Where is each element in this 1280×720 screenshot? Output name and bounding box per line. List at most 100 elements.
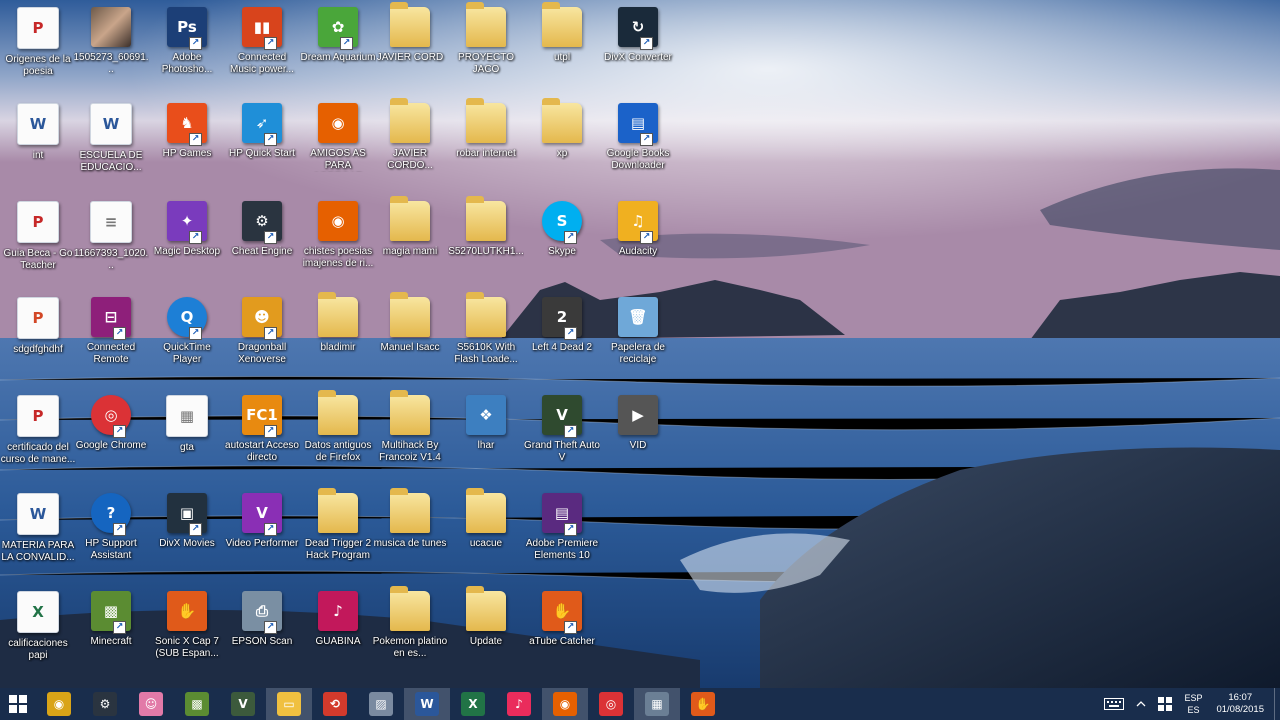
- desktop-icon-label: Origenes de la poesia castellana: [5, 54, 71, 77]
- desktop-icon-atube-catcher[interactable]: ✋ ↗ aTube Catcher: [524, 588, 600, 682]
- keyboard-icon[interactable]: [1098, 688, 1130, 720]
- desktop-icon-lhar[interactable]: ❖ lhar: [448, 392, 524, 486]
- taskbar-chrome-button[interactable]: ◎: [588, 688, 634, 720]
- desktop-icon-label: Dead Trigger 2 Hack Program: [304, 538, 372, 561]
- desktop-icon-guabina[interactable]: ♪ GUABINA: [300, 588, 376, 682]
- desktop-icon-label: Skype: [548, 246, 576, 257]
- desktop-icon-dead-trigger-2-hack-program[interactable]: Dead Trigger 2 Hack Program: [300, 488, 376, 584]
- desktop-icon-amigos-as-para-agregar[interactable]: ◉ AMIGOS AS PARA AGREGAR: [300, 100, 376, 194]
- desktop-icon-sdgdfghdhf[interactable]: Psdgdfghdhf: [0, 294, 76, 388]
- taskbar-cheat-engine-button[interactable]: ⚙: [82, 688, 128, 720]
- taskbar-minecraft-button[interactable]: ▩: [174, 688, 220, 720]
- desktop-icon-connected-music-power[interactable]: ▮▮ ↗ Connected Music power...: [224, 4, 300, 98]
- atube-catcher-app-icon: ✋ ↗: [542, 591, 582, 634]
- desktop-icon-musica-de-tunes[interactable]: musica de tunes: [372, 488, 448, 584]
- desktop-icon-hp-support-assistant[interactable]: ? ↗ HP Support Assistant: [73, 490, 149, 584]
- desktop-icon-video-performer[interactable]: V ↗ Video Performer: [224, 490, 300, 584]
- taskbar-itunes-button[interactable]: ♪: [496, 688, 542, 720]
- desktop-icon-hp-quick-start[interactable]: ➶ ↗ HP Quick Start: [224, 100, 300, 194]
- desktop-icon-chistes-poesias-imajenes-de-ri[interactable]: ◉ chistes poesias imajenes de ri...: [300, 198, 376, 292]
- desktop-icon-google-books-downloader[interactable]: ▤ ↗ Google Books Downloader: [600, 100, 676, 194]
- taskbar-gta-button[interactable]: V: [220, 688, 266, 720]
- desktop-icon-label: Cheat Engine: [231, 246, 293, 257]
- desktop-icon-magic-desktop[interactable]: ✦ ↗ Magic Desktop: [149, 198, 225, 292]
- desktop-icon-cheat-engine[interactable]: ⚙ ↗ Cheat Engine: [224, 198, 300, 292]
- taskbar-atube-button[interactable]: ✋: [680, 688, 726, 720]
- taskbar-photos-button[interactable]: ▨: [358, 688, 404, 720]
- desktop-icon-label: Manuel Isacc: [380, 342, 440, 353]
- clock[interactable]: 16:07 01/08/2015: [1208, 688, 1274, 720]
- desktop-icon-google-chrome[interactable]: ◎ ↗ Google Chrome: [73, 392, 149, 486]
- desktop-icon-bladimir[interactable]: bladimir: [300, 292, 376, 388]
- desktop-icon-quicktime-player[interactable]: Q ↗ QuickTime Player: [149, 294, 225, 388]
- desktop-icon-javier-cordo[interactable]: JAVIER CORDO...: [372, 98, 448, 194]
- desktop-icon-label: GUABINA: [315, 636, 361, 647]
- desktop-icon-adobe-premiere-elements-10[interactable]: ▤ ↗ Adobe Premiere Elements 10: [524, 490, 600, 584]
- desktop-icon-divx-converter[interactable]: ↻ ↗ DivX Converter: [600, 4, 676, 98]
- desktop-icon-papelera-de-reciclaje[interactable]: 🗑 Papelera de reciclaje: [600, 294, 676, 388]
- desktop-icon-audacity[interactable]: ♫ ↗ Audacity: [600, 198, 676, 292]
- taskbar-word-button[interactable]: W: [404, 688, 450, 720]
- taskbar-character-button[interactable]: ☺: [128, 688, 174, 720]
- windows-logo-icon: [6, 692, 30, 716]
- desktop-icon-certificado-del-curso-de-mane[interactable]: Pcertificado del curso de mane...: [0, 392, 76, 486]
- desktop-icon-javier-cord[interactable]: JAVIER CORD: [372, 2, 448, 98]
- desktop-icon-utpl[interactable]: utpl: [524, 2, 600, 98]
- desktop-icon-xp[interactable]: xp: [524, 98, 600, 194]
- taskbar-ccleaner-button[interactable]: ⟲: [312, 688, 358, 720]
- desktop-icon-guia-beca-go-teacher[interactable]: P Guia Beca - Go Teacher: [0, 198, 76, 292]
- desktop-icon-ucacue[interactable]: ucacue: [448, 488, 524, 584]
- desktop-icon-pokemon-platino-en-es[interactable]: Pokemon platino en es...: [372, 586, 448, 682]
- desktop-icon-minecraft[interactable]: ▩ ↗ Minecraft: [73, 588, 149, 682]
- desktop-icon-dragonball-xenoverse[interactable]: ☻ ↗ Dragonball Xenoverse: [224, 294, 300, 388]
- desktop-icon-grand-theft-auto-v[interactable]: V ↗ Grand Theft Auto V: [524, 392, 600, 486]
- desktop-icon-multihack-by-francoiz-v1-4[interactable]: Multihack By Francoiz V1.4: [372, 390, 448, 486]
- taskbar-firefox-button[interactable]: ◉: [542, 688, 588, 720]
- desktop-icon-left-4-dead-2[interactable]: 2 ↗ Left 4 Dead 2: [524, 294, 600, 388]
- desktop-icon-calificaciones-papi[interactable]: Xcalificaciones papi: [0, 588, 76, 682]
- desktop-icon-escuela-de-educacio[interactable]: W ESCUELA DE EDUCACIO...: [73, 100, 149, 194]
- show-hidden-icons-chevron-up-icon[interactable]: [1130, 688, 1152, 720]
- desktop-icon-hp-games[interactable]: ♞ ↗ HP Games: [149, 100, 225, 194]
- desktop-icon-proyecto-jaco[interactable]: PROYECTO JACO: [448, 2, 524, 98]
- desktop-icon-adobe-photosho[interactable]: Ps ↗ Adobe Photosho...: [149, 4, 225, 98]
- taskbar-excel-button[interactable]: X: [450, 688, 496, 720]
- desktop-icon-datos-antiguos-de-firefox[interactable]: Datos antiguos de Firefox: [300, 390, 376, 486]
- desktop-icon-robar-internet[interactable]: robar internet: [448, 98, 524, 194]
- language-indicator[interactable]: ESP ES: [1178, 688, 1208, 720]
- desktop-icon-autostart-acceso-directo[interactable]: FC1 ↗ autostart Acceso directo: [224, 392, 300, 486]
- show-desktop-button[interactable]: [1274, 688, 1280, 720]
- network-icon[interactable]: [1152, 688, 1178, 720]
- taskbar-calculator-button[interactable]: ▦: [634, 688, 680, 720]
- desktop-icon-materia-para-la-convalid[interactable]: W MATERIA PARA LA CONVALID...: [0, 490, 76, 584]
- taskbar-disc-burner-button[interactable]: ◉: [36, 688, 82, 720]
- desktop-icon-vid[interactable]: ▶ VID: [600, 392, 676, 486]
- desktop-icon-label: Papelera de reciclaje: [611, 342, 665, 365]
- desktop-icon-label: chistes poesias imajenes de ri...: [302, 246, 374, 269]
- desktop-icon-dream-aquarium[interactable]: ✿ ↗ Dream Aquarium: [300, 4, 376, 98]
- desktop-icon-s5610k-with-flash-loade[interactable]: S5610K With Flash Loade...: [448, 292, 524, 388]
- desktop-icon-connected-remote[interactable]: ⊟ ↗ Connected Remote: [73, 294, 149, 388]
- desktop-icon-divx-movies[interactable]: ▣ ↗ DivX Movies: [149, 490, 225, 584]
- desktop-icon-update[interactable]: Update: [448, 586, 524, 682]
- start-button[interactable]: [0, 688, 36, 720]
- desktop-icon-gta[interactable]: ▦ gta: [149, 392, 225, 486]
- desktop-icon-magia-mami[interactable]: magia mami: [372, 196, 448, 292]
- desktop-icon-manuel-isacc[interactable]: Manuel Isacc: [372, 292, 448, 388]
- desktop-icon-label: int: [32, 150, 44, 161]
- shortcut-arrow-icon: ↗: [264, 133, 277, 146]
- desktop-icon-1505273-60691[interactable]: 1505273_60691...: [73, 4, 149, 98]
- desktop-icon-epson-scan[interactable]: ⎙ ↗ EPSON Scan: [224, 588, 300, 682]
- desktop-icon-11667393-1020[interactable]: ≡ 11667393_1020...: [73, 198, 149, 292]
- dragonball-xenoverse-app-icon: ☻ ↗: [242, 297, 282, 340]
- desktop-icon-label: Magic Desktop: [153, 246, 221, 257]
- taskbar-file-explorer-button[interactable]: ▭: [266, 688, 312, 720]
- vid-app-icon: ▶: [618, 395, 658, 435]
- desktop-icon-s5270lutkh1[interactable]: S5270LUTKH1...: [448, 196, 524, 292]
- desktop-icon-int[interactable]: Wint: [0, 100, 76, 194]
- desktop-icon-skype[interactable]: S ↗ Skype: [524, 198, 600, 292]
- desktop-icon-sonic-x-cap-7-sub-espan[interactable]: ✋ Sonic X Cap 7 (SUB Espan...: [149, 588, 225, 682]
- desktop-icon-label: MATERIA PARA LA CONVALID...: [1, 540, 75, 563]
- desktop-icon-origenes-de-la-poesia-castellana[interactable]: P Origenes de la poesia castellana: [0, 4, 76, 98]
- gta-icon: V: [231, 692, 255, 716]
